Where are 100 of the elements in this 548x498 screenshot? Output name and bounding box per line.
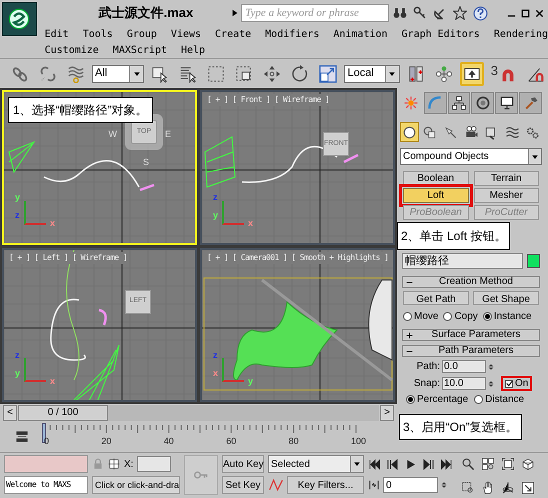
viewport[interactable]: [ + ] [ Camera001 ] [ Smooth + Highlights ] z x y: [200, 248, 395, 402]
menu-item[interactable]: Modifiers: [265, 26, 320, 42]
previous-frame-button[interactable]: <: [3, 405, 17, 421]
maximize-viewport-icon[interactable]: [521, 480, 535, 494]
category-dropdown[interactable]: Compound Objects: [400, 148, 542, 165]
time-track[interactable]: 0 20 40 60 80 100: [42, 423, 393, 451]
search-field[interactable]: Type a keyword or phrase: [241, 4, 390, 22]
play-arrow-icon[interactable]: [231, 9, 240, 17]
key-icon[interactable]: [413, 6, 428, 20]
set-key-button[interactable]: Set Key: [222, 476, 264, 494]
tick-label: 40: [164, 435, 174, 448]
rollout-header[interactable]: Surface Parameters: [402, 329, 540, 341]
menu-item[interactable]: Animation: [333, 26, 388, 42]
orbit-icon[interactable]: [501, 480, 515, 494]
menu-item[interactable]: Tools: [82, 26, 113, 42]
app-menu-button[interactable]: [2, 2, 37, 36]
rollout-header[interactable]: Path Parameters: [402, 345, 540, 357]
key-filters-button[interactable]: Key Filters...: [287, 476, 364, 494]
toolbar-button[interactable]: [460, 62, 484, 86]
panel-tab[interactable]: [471, 92, 494, 114]
axis-label: z: [213, 348, 218, 362]
dashed-rectangle-icon: [207, 64, 226, 82]
viewport-label[interactable]: [ + ] [ Camera001 ] [ Smooth + Highlights ]: [206, 252, 390, 264]
node-graph-icon: [434, 64, 453, 82]
dropdown[interactable]: All: [92, 64, 144, 82]
dropdown-value: Selected: [270, 458, 311, 472]
shapes-icon: [422, 124, 438, 140]
dropdown[interactable]: Local: [344, 64, 400, 82]
key-mode-toggle-icon[interactable]: [368, 479, 380, 491]
menu-item[interactable]: Views: [170, 26, 202, 42]
star-icon[interactable]: [453, 6, 468, 20]
rollout-header[interactable]: Creation Method: [402, 276, 540, 288]
checkbox[interactable]: On: [501, 376, 532, 391]
script-listener-field[interactable]: [4, 455, 88, 473]
radio-button[interactable]: Distance: [474, 392, 524, 407]
color-swatch[interactable]: [527, 254, 540, 268]
script-listener-output[interactable]: Welcome to MAXS: [4, 476, 88, 494]
zoom-icon[interactable]: [461, 457, 475, 471]
action-button[interactable]: Get Path: [403, 291, 469, 305]
zoom-extents-icon[interactable]: [501, 457, 515, 471]
curve-editor-icon[interactable]: [14, 430, 30, 444]
toolbar-button[interactable]: 3: [488, 62, 520, 86]
viewport-label[interactable]: [ + ] [ Left ] [ Wireframe ]: [8, 252, 128, 264]
compass-letter: S: [142, 156, 149, 169]
time-slider-thumb[interactable]: 0 / 100: [18, 405, 108, 421]
radio-button[interactable]: Move: [403, 309, 438, 324]
number-field[interactable]: 0.0: [442, 360, 486, 373]
axis-label: z: [15, 209, 20, 222]
category-button[interactable]: [400, 122, 419, 142]
viewport-label[interactable]: [ + ] [ Front ] [ Wireframe ]: [206, 94, 330, 106]
menu-item[interactable]: Customize: [44, 42, 99, 58]
close-icon[interactable]: [535, 8, 544, 18]
next-frame-button[interactable]: >: [380, 405, 394, 421]
pan-hand-icon[interactable]: [481, 480, 495, 494]
zoom-extents-all-icon[interactable]: [521, 457, 535, 471]
zoom-region-icon[interactable]: [461, 480, 475, 494]
tick-label: 0: [44, 435, 50, 448]
menu-item[interactable]: Edit: [44, 26, 69, 42]
zoom-all-icon[interactable]: [481, 457, 495, 471]
curve-icon: [427, 95, 444, 111]
function-curve-icon[interactable]: [268, 477, 284, 493]
current-frame-field[interactable]: 0: [383, 477, 438, 493]
radio-button[interactable]: Instance: [482, 309, 532, 324]
object-type-button[interactable]: Mesher: [474, 188, 539, 203]
waves-icon: [504, 124, 520, 140]
rollout-title: Path Parameters: [437, 346, 515, 356]
panel-tab[interactable]: [495, 92, 518, 114]
coordinate-label: X:: [124, 458, 134, 472]
menu-item[interactable]: Graph Editors: [402, 26, 480, 42]
axis-label: z: [213, 191, 218, 204]
object-type-button[interactable]: Terrain: [474, 171, 539, 186]
x-coordinate-field[interactable]: [137, 456, 172, 472]
profile-shape: [343, 154, 359, 164]
object-name-field[interactable]: 帽缨路径: [402, 253, 523, 269]
tick-label: 20: [101, 435, 112, 448]
panel-tab[interactable]: [448, 92, 470, 114]
tick-label: 60: [226, 435, 236, 448]
number-field[interactable]: 10.0: [442, 377, 486, 390]
previous-frame-icon[interactable]: [386, 458, 399, 470]
radio-button[interactable]: Percentage: [406, 392, 468, 407]
binoculars-icon[interactable]: [393, 6, 408, 20]
go-to-end-icon[interactable]: [440, 458, 453, 470]
menu-item[interactable]: Group: [126, 26, 157, 42]
action-button[interactable]: Get Shape: [473, 291, 539, 305]
menu-item[interactable]: MAXScript: [112, 42, 167, 58]
axis-gizmo: [24, 358, 46, 382]
menu-item[interactable]: Help: [180, 42, 206, 58]
time-slider[interactable]: 0 / 100: [18, 405, 379, 421]
next-frame-icon[interactable]: [422, 458, 435, 470]
key-mode-dropdown[interactable]: Selected: [268, 455, 364, 473]
go-to-start-icon[interactable]: [368, 458, 381, 470]
axis-label: z: [15, 348, 20, 362]
plus-icon: [406, 332, 413, 338]
radio-button[interactable]: Copy: [443, 309, 478, 324]
auto-key-button[interactable]: Auto Key: [222, 455, 264, 473]
crosshair-box-icon[interactable]: [108, 458, 120, 470]
maximize-icon[interactable]: [521, 8, 530, 18]
menu-item[interactable]: Create: [215, 26, 252, 42]
menu-item[interactable]: Rendering: [494, 26, 548, 42]
help-icon[interactable]: [473, 6, 488, 20]
